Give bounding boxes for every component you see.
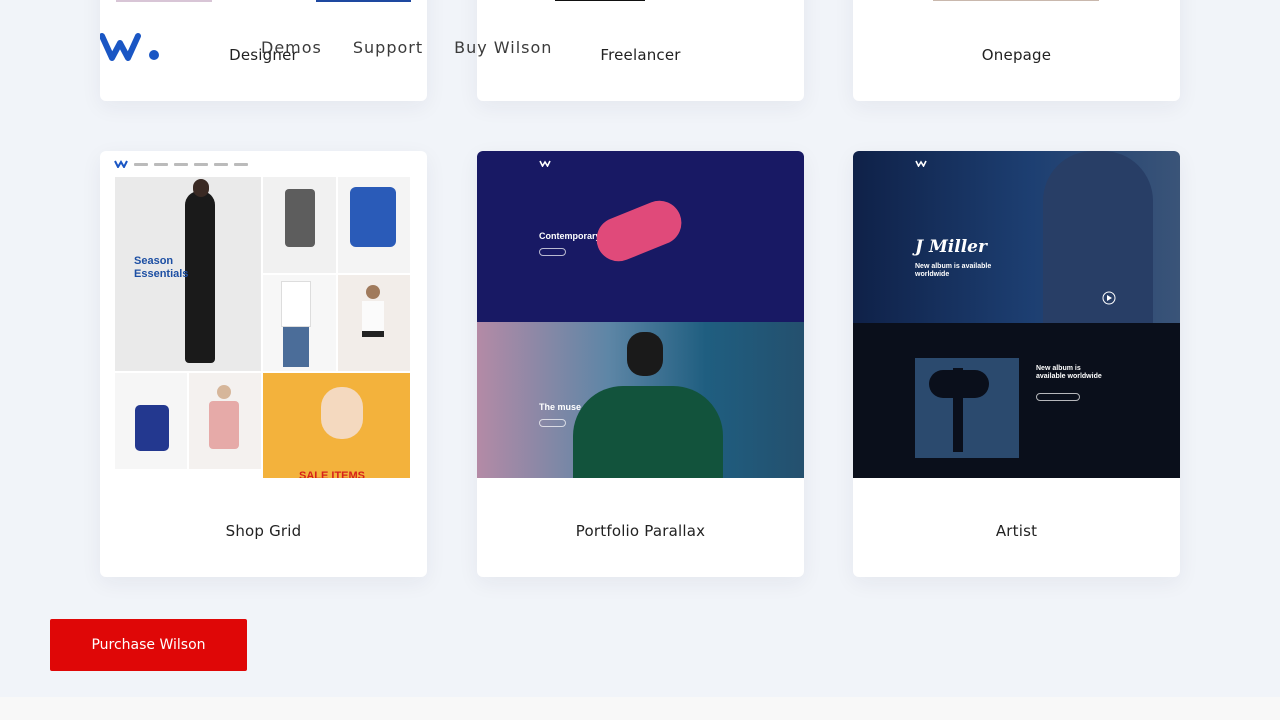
- nav-support-link[interactable]: Support: [353, 38, 423, 57]
- footer-strip: [0, 697, 1280, 720]
- designer-preview-accent: [316, 0, 411, 2]
- artist-tagline-text: New album is available worldwide: [915, 263, 992, 278]
- mini-logo-icon: [114, 160, 128, 168]
- demo-card-shop-grid[interactable]: Season Essentials SALE ITEMS Shop Grid: [100, 151, 427, 577]
- wilson-logo-icon[interactable]: [99, 33, 162, 61]
- preview-section-bottom: The muse: [477, 322, 804, 478]
- head-shape: [627, 332, 663, 376]
- mini-logo-icon: [539, 160, 551, 167]
- green-figure-shape: [573, 386, 723, 478]
- shop-tile-blue-top: [338, 177, 410, 273]
- mini-button: [1036, 393, 1080, 401]
- purchase-wilson-button[interactable]: Purchase Wilson: [50, 619, 247, 671]
- shop-grid-preview: Season Essentials SALE ITEMS: [100, 151, 427, 478]
- shop-tile-sale: SALE ITEMS: [263, 373, 410, 478]
- mini-logo-icon: [915, 160, 927, 167]
- preview-section-bottom: New album is available worldwide: [853, 323, 1180, 478]
- preview-section-top: J Miller New album is available worldwid…: [853, 151, 1180, 323]
- nav-buy-wilson-link[interactable]: Buy Wilson: [454, 38, 552, 57]
- preview-section-top: Contemporary: [477, 151, 804, 322]
- demo-card-artist[interactable]: J Miller New album is available worldwid…: [853, 151, 1180, 577]
- album-cover-shape: [915, 358, 1019, 458]
- nav-demos-link[interactable]: Demos: [261, 38, 322, 57]
- demo-label: Portfolio Parallax: [575, 522, 706, 540]
- mini-button: [539, 248, 566, 256]
- sale-items-text: SALE ITEMS: [299, 470, 366, 478]
- preview-nav: [114, 160, 248, 168]
- demo-label: Onepage: [981, 46, 1052, 64]
- freelancer-preview: [555, 0, 645, 1]
- portfolio-parallax-preview: Contemporary The muse: [477, 151, 804, 478]
- shop-headline: Season Essentials: [134, 255, 189, 280]
- demo-card-portfolio-parallax[interactable]: Contemporary The muse Portfolio Parallax: [477, 151, 804, 577]
- mini-button: [539, 419, 566, 427]
- artist-name-text: J Miller: [915, 237, 987, 257]
- demo-label: Artist: [995, 522, 1038, 540]
- shop-tile-woman: [338, 275, 410, 371]
- pink-bottle-shape: [589, 194, 689, 268]
- shop-tile-backpack: [115, 373, 187, 469]
- onepage-preview: [933, 0, 1099, 1]
- album-text: New album is available worldwide: [1036, 365, 1102, 380]
- shop-tile-shirt: [263, 275, 336, 371]
- designer-preview: [116, 0, 212, 2]
- main-nav: Demos Support Buy Wilson: [261, 38, 552, 57]
- artist-preview: J Miller New album is available worldwid…: [853, 151, 1180, 478]
- the-muse-text: The muse: [539, 402, 582, 412]
- musician-figure-shape: [1043, 151, 1153, 323]
- play-icon: [1102, 291, 1116, 305]
- contemporary-text: Contemporary: [539, 231, 601, 241]
- shop-tile-pink-sweater: [189, 373, 261, 469]
- shop-tile-sweater: [263, 177, 336, 273]
- demo-label: Shop Grid: [225, 522, 302, 540]
- demo-card-onepage[interactable]: Onepage: [853, 0, 1180, 101]
